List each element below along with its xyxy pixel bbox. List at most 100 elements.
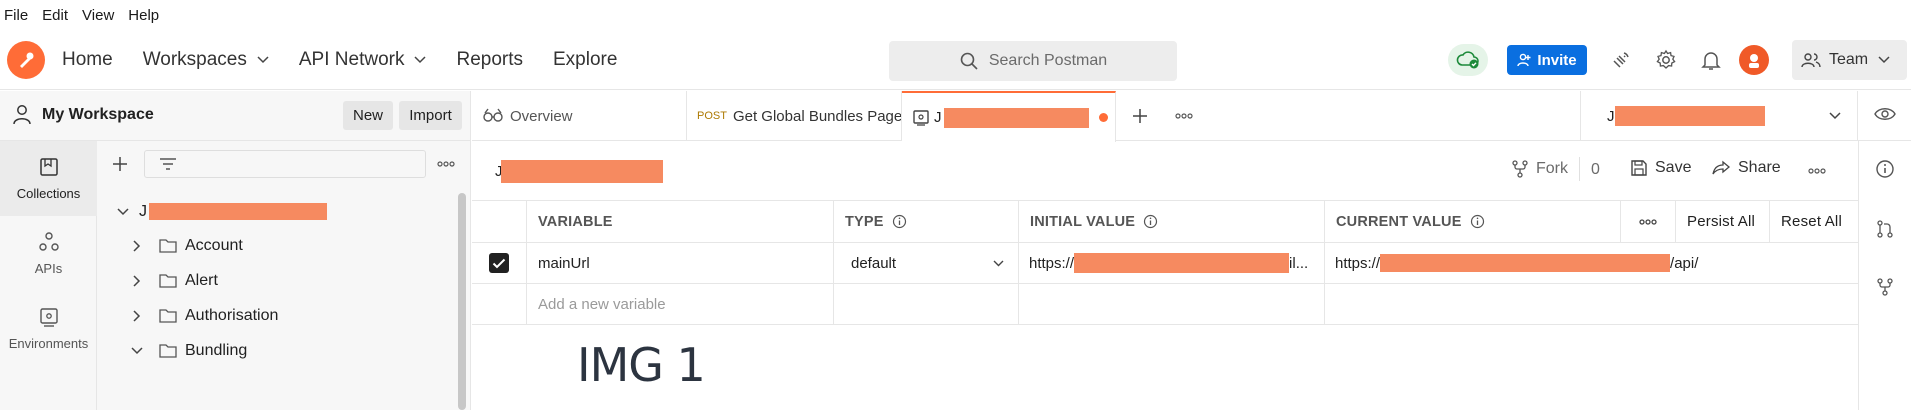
postman-logo-icon[interactable]	[7, 41, 45, 79]
tree-toolbar	[97, 141, 471, 186]
team-button[interactable]: Team	[1792, 40, 1907, 80]
sync-status-icon[interactable]	[1448, 44, 1488, 76]
redacted-collection-name	[149, 203, 327, 220]
settings-gear-icon[interactable]	[1652, 46, 1680, 74]
redacted-tab-name	[943, 107, 1089, 128]
environments-icon	[39, 308, 58, 327]
new-row-initial-cell[interactable]	[1019, 284, 1325, 324]
current-value-cell[interactable]: https:// /api/	[1325, 243, 1858, 283]
column-header-variable: VARIABLE	[527, 201, 834, 242]
menu-view[interactable]: View	[82, 7, 114, 24]
tab-overview[interactable]: Overview	[472, 91, 687, 141]
notifications-bell-icon[interactable]	[1697, 46, 1725, 74]
info-icon[interactable]	[1470, 214, 1485, 229]
rail-item-apis[interactable]: APIs	[0, 216, 97, 291]
menu-file[interactable]: File	[4, 7, 28, 24]
table-header-row: VARIABLE TYPE INITIAL VALUE CURRENT VALU…	[472, 201, 1858, 243]
new-tab-plus-icon[interactable]	[1132, 108, 1148, 124]
pull-request-icon[interactable]	[1871, 215, 1899, 243]
new-row-current-cell[interactable]	[1325, 284, 1858, 324]
save-icon	[1631, 160, 1647, 176]
apis-icon	[38, 232, 59, 251]
redacted-environment-name	[1614, 106, 1765, 126]
app-header: Home Workspaces API Network Reports Expl…	[0, 30, 1911, 90]
tree-folder-alert[interactable]: Alert	[97, 263, 457, 298]
chevron-down-icon	[414, 56, 426, 64]
rail-item-collections[interactable]: Collections	[0, 141, 97, 216]
more-options-icon	[1639, 218, 1657, 225]
chevron-down-icon	[257, 56, 269, 64]
nav-home[interactable]: Home	[62, 49, 113, 71]
menu-bar: File Edit View Help	[0, 0, 1911, 30]
info-icon[interactable]	[1871, 155, 1899, 183]
import-button[interactable]: Import	[399, 101, 462, 130]
search-input[interactable]: Search Postman	[889, 41, 1177, 81]
eye-icon[interactable]	[1874, 106, 1896, 122]
variable-name-cell[interactable]: mainUrl	[527, 243, 834, 283]
user-avatar[interactable]	[1739, 45, 1769, 75]
share-icon	[1712, 160, 1731, 175]
plus-icon[interactable]	[112, 156, 128, 172]
new-button[interactable]: New	[343, 101, 393, 130]
collections-icon	[39, 158, 58, 176]
tree-folder-account[interactable]: Account	[97, 228, 457, 263]
tree-scrollbar[interactable]	[458, 193, 466, 410]
image-caption: IMG 1	[577, 338, 706, 392]
reset-all-button[interactable]: Reset All	[1770, 201, 1858, 242]
method-badge: POST	[697, 110, 727, 122]
save-button[interactable]: Save	[1630, 159, 1691, 177]
right-sidebar	[1858, 141, 1911, 410]
more-options-icon[interactable]	[1808, 168, 1826, 174]
type-select[interactable]: default	[834, 243, 1019, 283]
nav-workspaces[interactable]: Workspaces	[143, 49, 269, 71]
redacted-initial-value	[1074, 253, 1290, 273]
divider	[1579, 157, 1580, 181]
environment-editor-header: J Fork 0 Save Share	[472, 141, 1858, 201]
filter-input[interactable]	[144, 150, 426, 178]
enabled-checkbox[interactable]	[489, 253, 509, 273]
chevron-down-icon	[993, 260, 1004, 267]
rail-item-environments[interactable]: Environments	[0, 291, 97, 366]
team-icon	[1801, 53, 1821, 68]
nav-reports[interactable]: Reports	[456, 49, 523, 71]
environment-selector[interactable]: J	[1580, 91, 1858, 141]
info-icon[interactable]	[892, 214, 907, 229]
chevron-down-icon	[1829, 112, 1841, 120]
fork-button[interactable]: Fork	[1511, 159, 1568, 179]
workspace-header: My Workspace New Import	[0, 91, 471, 141]
unsaved-dot	[1098, 113, 1108, 122]
folder-icon	[159, 309, 177, 323]
invite-button[interactable]: Invite	[1507, 45, 1587, 75]
tree-folder-authorisation[interactable]: Authorisation	[97, 298, 457, 333]
redacted-current-value	[1380, 254, 1671, 272]
add-variable-input[interactable]: Add a new variable	[527, 284, 834, 324]
satellite-icon[interactable]	[1607, 46, 1635, 74]
new-row-type-cell[interactable]	[834, 284, 1019, 324]
chevron-down-icon	[131, 346, 143, 354]
tab-environment-active[interactable]: J	[902, 91, 1116, 142]
column-options-button[interactable]	[1621, 201, 1676, 242]
chevron-down-icon	[117, 207, 129, 215]
more-options-icon[interactable]	[437, 161, 455, 167]
redacted-environment-title	[501, 160, 663, 183]
column-header-initial-value: INITIAL VALUE	[1019, 201, 1325, 242]
folder-icon	[159, 239, 177, 253]
row-checkbox-cell	[472, 243, 527, 283]
nav-explore[interactable]: Explore	[553, 49, 617, 71]
new-variable-row: Add a new variable	[472, 284, 1858, 325]
nav-api-network[interactable]: API Network	[299, 49, 427, 71]
tree-folder-bundling[interactable]: Bundling	[97, 333, 457, 368]
tab-more-icon[interactable]	[1175, 113, 1193, 119]
tab-get-global-bundles[interactable]: POST Get Global Bundles Page	[687, 91, 902, 141]
share-button[interactable]: Share	[1711, 159, 1781, 177]
initial-value-cell[interactable]: https:// il...	[1019, 243, 1325, 283]
fork-icon[interactable]	[1871, 273, 1899, 301]
persist-all-button[interactable]: Persist All	[1676, 201, 1770, 242]
column-header-current-value: CURRENT VALUE	[1325, 201, 1621, 242]
menu-edit[interactable]: Edit	[42, 7, 68, 24]
info-icon[interactable]	[1143, 214, 1158, 229]
collection-root[interactable]: J	[97, 194, 457, 229]
fork-count: 0	[1591, 161, 1600, 178]
menu-help[interactable]: Help	[128, 7, 159, 24]
main-nav: Home Workspaces API Network Reports Expl…	[62, 30, 647, 90]
